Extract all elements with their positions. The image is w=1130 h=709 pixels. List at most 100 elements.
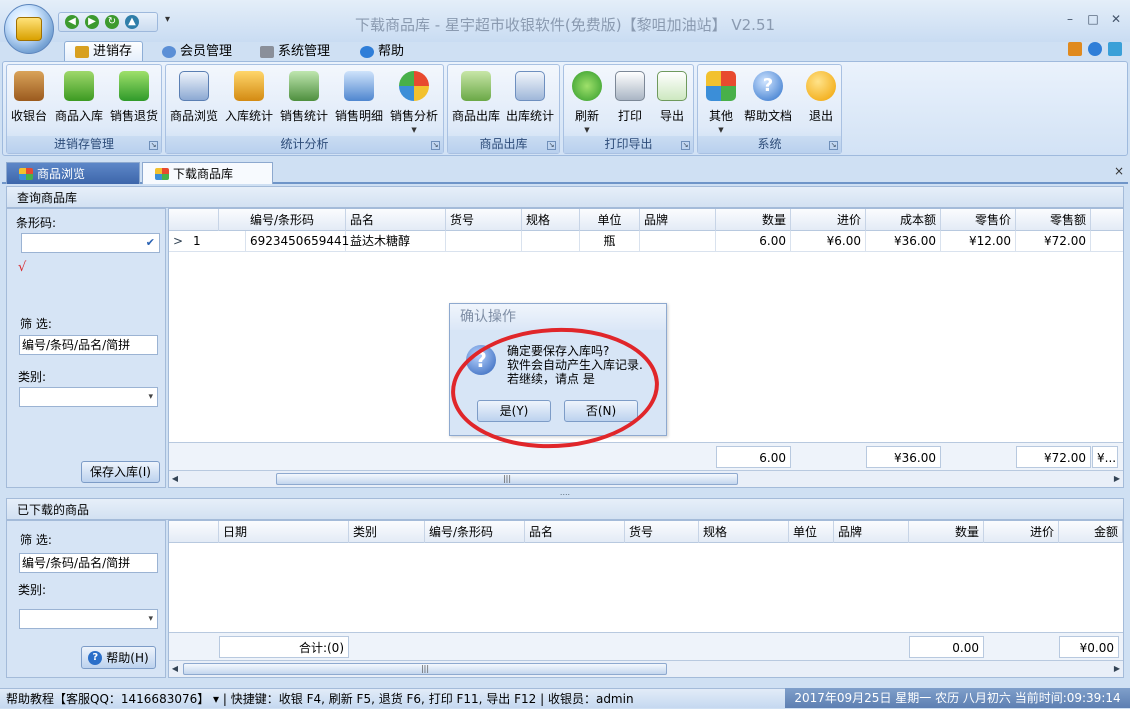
group-label: 打印导出 bbox=[564, 136, 693, 153]
row-indicator: > bbox=[173, 234, 184, 248]
col-spec[interactable]: 规格 bbox=[699, 521, 789, 543]
sales-analysis-button[interactable]: 销售分析 ▼ bbox=[390, 71, 438, 134]
group-launcher[interactable]: ↘ bbox=[149, 141, 158, 150]
col-unit[interactable]: 单位 bbox=[580, 209, 640, 231]
tab-help[interactable]: 帮助 bbox=[350, 41, 414, 62]
scroll-thumb[interactable]: ||| bbox=[183, 663, 667, 675]
col-retail-price[interactable]: 零售价 bbox=[941, 209, 1016, 231]
col-cost-total[interactable]: 成本额 bbox=[866, 209, 941, 231]
table-row[interactable]: > 1 6923450659441 益达木糖醇 瓶 6.00 ¥6.00 ¥36… bbox=[169, 231, 1123, 252]
col-name[interactable]: 品名 bbox=[525, 521, 625, 543]
doc-tab-download-library[interactable]: 下载商品库 bbox=[142, 162, 273, 184]
scroll-left-icon[interactable]: ◀ bbox=[169, 471, 181, 487]
panel-splitter[interactable]: .... bbox=[6, 489, 1124, 498]
cell-name[interactable]: 益达木糖醇 bbox=[346, 231, 446, 251]
cell-retail-total[interactable]: ¥72.00 bbox=[1016, 231, 1091, 251]
horizontal-scrollbar[interactable]: ◀ ||| ▶ bbox=[169, 470, 1123, 487]
maximize-button[interactable]: □ bbox=[1083, 12, 1103, 30]
col-cost-price[interactable]: 进价 bbox=[791, 209, 866, 231]
col-item-no[interactable]: 货号 bbox=[446, 209, 522, 231]
cell-item-no[interactable] bbox=[446, 231, 522, 251]
col-brand[interactable]: 品牌 bbox=[834, 521, 909, 543]
product-browse-button[interactable]: 商品浏览 bbox=[170, 71, 218, 124]
col-code[interactable]: 编号/条形码 bbox=[425, 521, 525, 543]
col-brand[interactable]: 品牌 bbox=[640, 209, 716, 231]
col-item-no[interactable]: 货号 bbox=[625, 521, 699, 543]
group-launcher[interactable]: ↘ bbox=[431, 141, 440, 150]
col-date[interactable]: 日期 bbox=[219, 521, 349, 543]
cell-cost-price[interactable]: ¥6.00 bbox=[791, 231, 866, 251]
col-amount[interactable]: 金额 bbox=[1059, 521, 1123, 543]
group-launcher[interactable]: ↘ bbox=[681, 141, 690, 150]
stock-out-stats-button[interactable]: 出库统计 bbox=[506, 71, 554, 124]
save-stock-in-button[interactable]: 保存入库(I) bbox=[81, 461, 160, 483]
chevron-down-icon: ▾ bbox=[148, 392, 153, 402]
stock-in-stats-button[interactable]: 入库统计 bbox=[225, 71, 273, 124]
refresh-button[interactable]: 刷新 ▼ bbox=[572, 71, 602, 134]
col-spec[interactable]: 规格 bbox=[522, 209, 580, 231]
cart-icon[interactable] bbox=[1068, 42, 1082, 56]
stock-in-button[interactable]: 商品入库 bbox=[55, 71, 103, 124]
close-button[interactable]: ✕ bbox=[1106, 12, 1126, 30]
button-label: 销售统计 bbox=[280, 109, 329, 123]
sales-detail-button[interactable]: 销售明细 bbox=[335, 71, 383, 124]
col-name[interactable]: 品名 bbox=[346, 209, 446, 231]
tab-inventory[interactable]: 进销存 bbox=[64, 41, 144, 62]
stock-out-button[interactable]: 商品出库 bbox=[452, 71, 500, 124]
scroll-right-icon[interactable]: ▶ bbox=[1111, 471, 1123, 487]
cell-cost-total[interactable]: ¥36.00 bbox=[866, 231, 941, 251]
summary-retail-total: ¥72.00 bbox=[1016, 446, 1091, 468]
help-doc-button[interactable]: ? 帮助文档 bbox=[744, 71, 792, 124]
filter-input[interactable]: 编号/条码/品名/简拼 bbox=[19, 553, 158, 573]
close-tab-icon[interactable]: × bbox=[1114, 164, 1124, 178]
barcode-combo[interactable]: ✔ bbox=[21, 233, 160, 253]
group-launcher[interactable]: ↘ bbox=[547, 141, 556, 150]
col-category[interactable]: 类别 bbox=[349, 521, 425, 543]
scroll-thumb[interactable]: ||| bbox=[276, 473, 738, 485]
exit-button[interactable]: 退出 bbox=[806, 71, 836, 124]
app-menu-button[interactable] bbox=[4, 4, 54, 54]
col-qty[interactable]: 数量 bbox=[909, 521, 984, 543]
sales-return-button[interactable]: 销售退货 bbox=[110, 71, 158, 124]
other-button[interactable]: 其他 ▼ bbox=[706, 71, 736, 134]
cell-brand[interactable] bbox=[640, 231, 716, 251]
minimize-button[interactable]: – bbox=[1060, 12, 1080, 30]
col-qty[interactable]: 数量 bbox=[716, 209, 791, 231]
grid-summary-row: 6.00 ¥36.00 ¥72.00 ¥... bbox=[169, 442, 1123, 470]
cell-qty[interactable]: 6.00 bbox=[716, 231, 791, 251]
check-mark: √ bbox=[18, 260, 27, 275]
scroll-left-icon[interactable]: ◀ bbox=[169, 661, 181, 677]
cell-unit[interactable]: 瓶 bbox=[580, 231, 640, 251]
col-code[interactable]: 编号/条形码 bbox=[246, 209, 346, 231]
category-select[interactable]: ▾ bbox=[19, 387, 158, 407]
help-button[interactable]: ? 帮助(H) bbox=[81, 646, 156, 669]
summary-cost-total: ¥36.00 bbox=[866, 446, 941, 468]
scroll-right-icon[interactable]: ▶ bbox=[1111, 661, 1123, 677]
tab-members[interactable]: 会员管理 bbox=[152, 41, 242, 62]
filter-input[interactable]: 编号/条码/品名/简拼 bbox=[19, 335, 158, 355]
button-label: 入库统计 bbox=[225, 109, 274, 123]
horizontal-scrollbar[interactable]: ◀ ||| ▶ bbox=[169, 660, 1123, 677]
query-library-header: 查询商品库 bbox=[6, 186, 1124, 208]
pos-button[interactable]: 收银台 bbox=[11, 71, 47, 124]
sales-card-icon bbox=[289, 71, 319, 101]
summary-total-count: 合计:(0) bbox=[219, 636, 349, 658]
category-select[interactable]: ▾ bbox=[19, 609, 158, 629]
tab-label: 帮助 bbox=[378, 43, 405, 59]
cell-code[interactable]: 6923450659441 bbox=[246, 231, 349, 251]
doc-tab-product-browse[interactable]: 商品浏览 bbox=[6, 162, 140, 184]
col-unit[interactable]: 单位 bbox=[789, 521, 834, 543]
sales-stats-button[interactable]: 销售统计 bbox=[280, 71, 328, 124]
summary-qty: 6.00 bbox=[716, 446, 791, 468]
print-button[interactable]: 打印 bbox=[615, 71, 645, 124]
export-button[interactable]: 导出 bbox=[657, 71, 687, 124]
cell-retail-price[interactable]: ¥12.00 bbox=[941, 231, 1016, 251]
tab-system[interactable]: 系统管理 bbox=[250, 41, 340, 62]
col-cost-price[interactable]: 进价 bbox=[984, 521, 1059, 543]
summary-amount: ¥0.00 bbox=[1059, 636, 1119, 658]
group-launcher[interactable]: ↘ bbox=[829, 141, 838, 150]
help-icon[interactable] bbox=[1088, 42, 1102, 56]
style-icon[interactable] bbox=[1108, 42, 1122, 56]
cell-spec[interactable] bbox=[522, 231, 580, 251]
col-retail-total[interactable]: 零售额 bbox=[1016, 209, 1091, 231]
